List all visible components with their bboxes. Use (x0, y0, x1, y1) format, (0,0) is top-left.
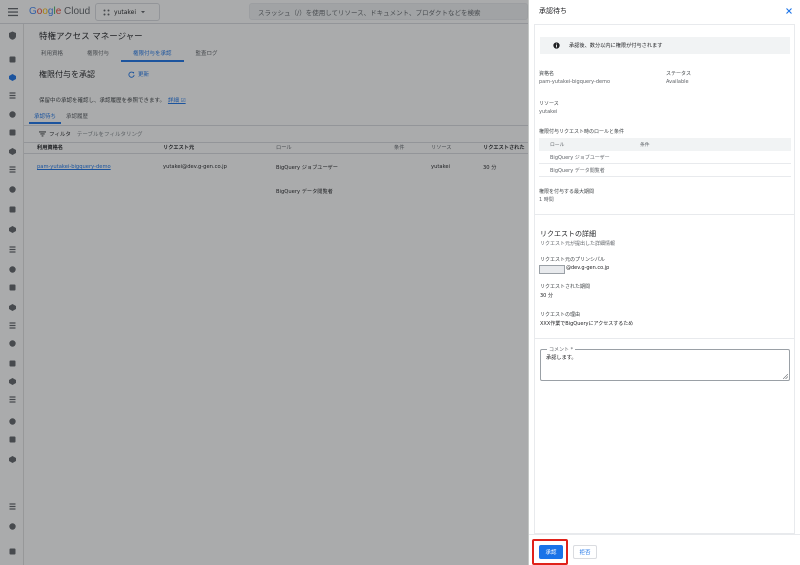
info-banner: 承認後、数分以内に権限が付与されます (540, 37, 790, 54)
divider (535, 214, 794, 215)
redacted-box (539, 265, 565, 274)
principal-label: リクエスト元のプリンシパル (540, 257, 605, 263)
deny-button[interactable]: 拒否 (573, 545, 597, 559)
max-duration-value: 1 時間 (539, 197, 554, 203)
comment-field[interactable]: コメント * 承認します。 (540, 346, 790, 381)
request-details-subtitle: リクエスト元が提出した詳細情報 (540, 241, 616, 247)
close-panel-button[interactable] (784, 6, 794, 16)
divider (535, 338, 794, 339)
role-row: BigQuery データ閲覧者 (539, 164, 791, 177)
resize-handle-icon[interactable] (783, 374, 788, 379)
panel-body: 承認後、数分以内に権限が付与されます 資格名 pam-yutakei-bigqu… (534, 24, 795, 534)
entitlement-value: pam-yutakei-bigquery-demo (539, 79, 611, 85)
status-label: ステータス (666, 71, 692, 77)
requested-duration-value: 30 分 (540, 293, 553, 299)
request-details-title: リクエストの詳細 (540, 230, 596, 238)
roles-header-condition: 条件 (640, 143, 650, 148)
max-duration-label: 権限を付与する最大期間 (539, 189, 595, 195)
banner-text: 承認後、数分以内に権限が付与されます (569, 43, 663, 49)
roles-label: 権限付与リクエスト時のロールと条件 (539, 129, 625, 135)
roles-table-header: ロール 条件 (539, 138, 791, 151)
entitlement-label: 資格名 (539, 71, 555, 77)
status-value: Available (666, 79, 689, 85)
roles-table: ロール 条件 BigQuery ジョブユーザー BigQuery データ閲覧者 (539, 138, 791, 177)
approve-button[interactable]: 承認 (539, 545, 563, 559)
role-name: BigQuery データ閲覧者 (550, 168, 605, 174)
comment-value: 承認します。 (546, 355, 577, 361)
panel-title: 承認待ち (539, 7, 567, 15)
highlight-box: 承認 (532, 539, 568, 565)
resource-value: yutakei (539, 109, 558, 115)
role-row: BigQuery ジョブユーザー (539, 151, 791, 164)
role-name: BigQuery ジョブユーザー (550, 155, 610, 161)
info-icon (553, 42, 560, 49)
reason-label: リクエストの理由 (540, 312, 581, 318)
approval-side-panel: 承認待ち 承認後、数分以内に権限が付与されます 資格名 pam-yutakei-… (528, 0, 800, 565)
principal-value: @dev.g-gen.co.jp (566, 265, 610, 271)
close-icon (786, 8, 792, 14)
modal-scrim[interactable] (0, 0, 528, 565)
requested-duration-label: リクエストされた期間 (540, 284, 591, 290)
comment-label: コメント * (547, 346, 576, 353)
reason-value: XXX作業でBigQueryにアクセスするため (540, 321, 634, 327)
resource-label: リソース (539, 101, 559, 107)
panel-footer: 承認 拒否 (529, 534, 800, 565)
roles-header-role: ロール (550, 143, 565, 148)
